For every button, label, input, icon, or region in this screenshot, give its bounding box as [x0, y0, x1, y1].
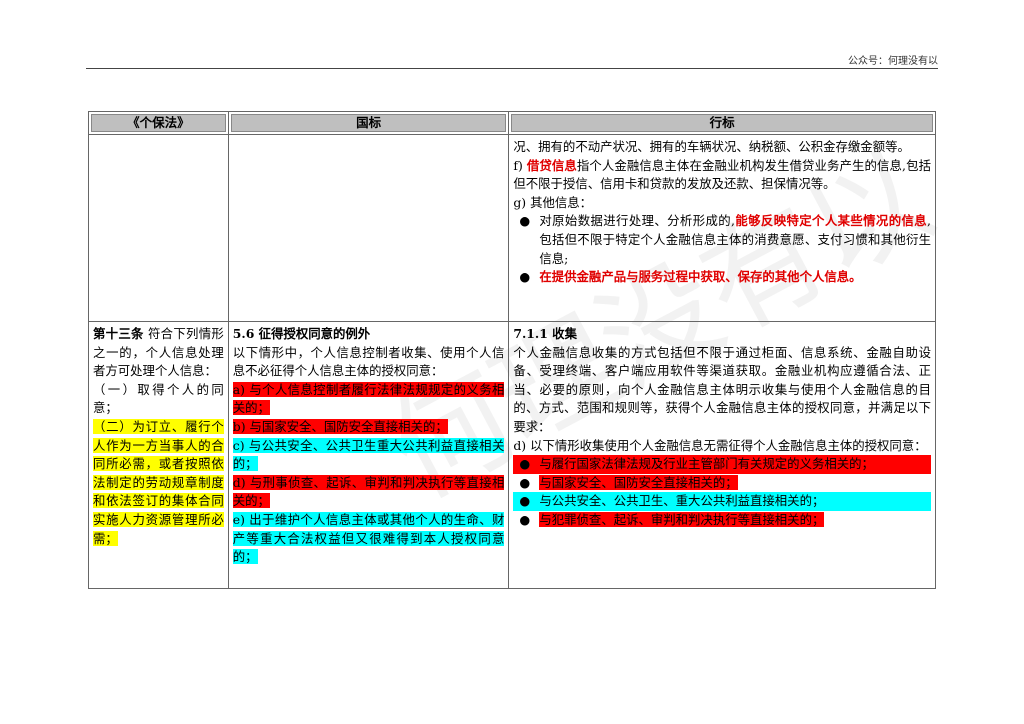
- asset-info-continuation: 况、拥有的不动产状况、拥有的车辆状况、纳税额、公积金存缴金额等。: [513, 139, 910, 154]
- list-item: ● 与国家安全、国防安全直接相关的；: [513, 474, 931, 493]
- bullet-icon: ●: [519, 456, 531, 472]
- article-13-text: 第十三条 符合下列情形之一的，个人信息处理者方可处理个人信息：: [93, 326, 224, 379]
- section-7-1-1-item-d: d) 以下情形收集使用个人金融信息无需征得个人金融信息主体的授权同意：: [513, 437, 927, 453]
- section-7-1-1-title: 7.1.1 收集: [513, 326, 577, 341]
- table-header-row: 《个保法》 国标 行标: [88, 111, 936, 135]
- list-item: ● 对原始数据进行处理、分析形成的,能够反映特定个人某些情况的信息,包括但不限于…: [519, 213, 931, 266]
- bullet-icon: ●: [519, 493, 531, 509]
- article-13-item-1: （一）取得个人的同意；: [93, 381, 224, 416]
- header-pipl: 《个保法》: [88, 111, 229, 135]
- table-row: 况、拥有的不动产状况、拥有的车辆状况、纳税额、公积金存缴金额等。 f) 借贷信息…: [88, 134, 936, 322]
- loan-info-paragraph: f) 借贷信息指个人金融信息主体在金融业机构发生借贷业务产生的信息,包括但不限于…: [513, 157, 931, 192]
- row1-pipl-cell: [88, 134, 229, 322]
- header-industry-standard: 行标: [508, 111, 936, 135]
- header-rule: [86, 68, 938, 69]
- comparison-table: 《个保法》 国标 行标 况、拥有的不动产状况、拥有的车辆状况、纳税额、公积金存缴…: [88, 111, 936, 589]
- bullet-icon: ●: [519, 474, 531, 490]
- list-item: c) 与公共安全、公共卫生重大公共利益直接相关的；: [232, 437, 505, 472]
- table-row: 第十三条 符合下列情形之一的，个人信息处理者方可处理个人信息： （一）取得个人的…: [88, 321, 936, 589]
- section-7-1-1-paragraph: 个人金融信息收集的方式包括但不限于通过柜面、信息系统、金融自助设备、受理终端、客…: [513, 344, 931, 434]
- bullet-icon: ●: [519, 213, 531, 229]
- header-national-standard: 国标: [227, 111, 510, 135]
- list-item: d) 与刑事侦查、起诉、审判和判决执行等直接相关的；: [232, 474, 505, 509]
- list-item: b) 与国家安全、国防安全直接相关的；: [232, 418, 448, 434]
- row2-national-cell: 5.6 征得授权同意的例外 以下情形中，个人信息控制者收集、使用个人信息不必征得…: [227, 321, 510, 589]
- row2-industry-cell: 7.1.1 收集 个人金融信息收集的方式包括但不限于通过柜面、信息系统、金融自助…: [508, 321, 936, 589]
- list-item: ● 在提供金融产品与服务过程中获取、保存的其他个人信息。: [513, 268, 931, 287]
- row1-industry-cell: 况、拥有的不动产状况、拥有的车辆状况、纳税额、公积金存缴金额等。 f) 借贷信息…: [508, 134, 936, 322]
- row1-national-cell: [227, 134, 510, 322]
- row2-pipl-cell: 第十三条 符合下列情形之一的，个人信息处理者方可处理个人信息： （一）取得个人的…: [88, 321, 229, 589]
- bullet-icon: ●: [519, 269, 531, 285]
- list-item: ● 与履行国家法律法规及行业主管部门有关规定的义务相关的；: [513, 455, 931, 474]
- article-13-label: 第十三条: [93, 326, 144, 341]
- bullet-icon: ●: [519, 511, 531, 527]
- list-item: a) 与个人信息控制者履行法律法规规定的义务相关的；: [232, 381, 505, 416]
- list-item: e) 出于维护个人信息主体或其他个人的生命、财产等重大合法权益但又很难得到本人授…: [232, 511, 505, 565]
- other-info-heading: g) 其他信息：: [513, 194, 593, 210]
- header-account: 公众号：何理没有以: [848, 56, 938, 67]
- loan-info-term: 借贷信息: [526, 157, 577, 173]
- list-item: ● 与公共安全、公共卫生、重大公共利益直接相关的；: [513, 492, 931, 511]
- list-item: ● 与犯罪侦查、起诉、审判和判决执行等直接相关的；: [513, 511, 931, 530]
- article-13-item-2: （二）为订立、履行个人作为一方当事人的合同所必需，或者按照依法制定的劳动规章制度…: [93, 418, 224, 546]
- section-5-6-title: 5.6 征得授权同意的例外: [232, 326, 371, 341]
- section-5-6-intro: 以下情形中，个人信息控制者收集、使用个人信息不必征得个人信息主体的授权同意：: [232, 344, 505, 379]
